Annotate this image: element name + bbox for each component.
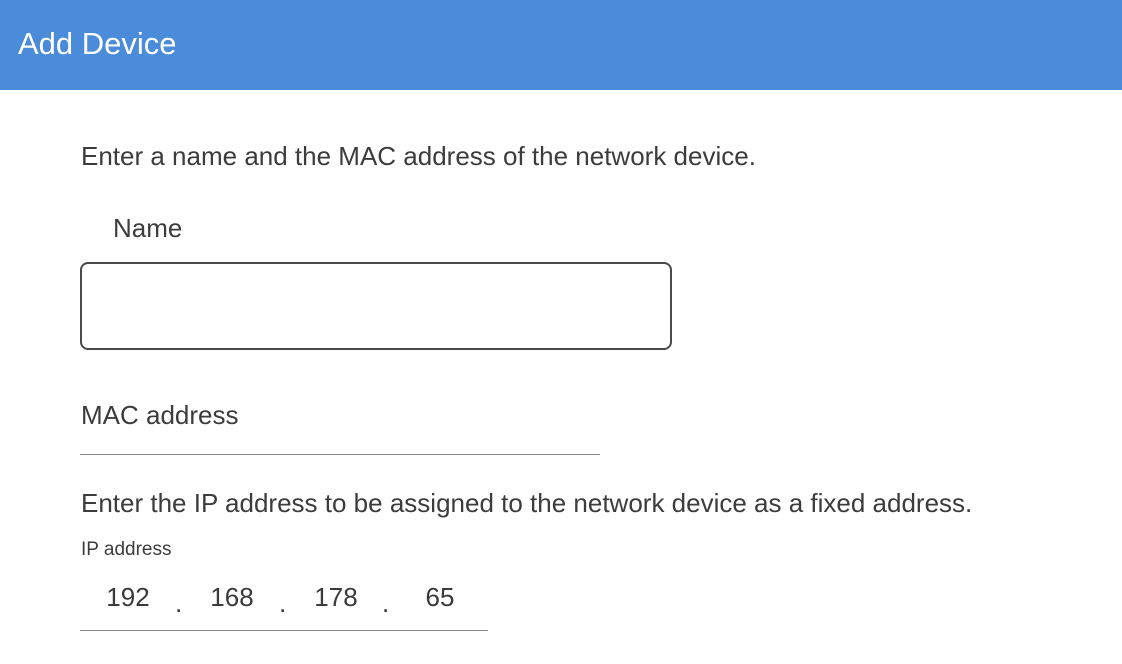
dialog-title: Add Device [18, 26, 177, 61]
intro-text: Enter a name and the MAC address of the … [81, 141, 756, 171]
name-input[interactable] [80, 262, 672, 350]
ip-address-field: . . . [80, 578, 488, 618]
ip-address-label: IP address [81, 539, 172, 560]
mac-address-field[interactable]: MAC address [81, 398, 239, 432]
ip-separator: . [175, 588, 183, 618]
dialog-header: Add Device [0, 0, 1122, 90]
ip-separator: . [279, 588, 287, 618]
ip-octet-1[interactable] [92, 578, 164, 616]
ip-octet-2[interactable] [196, 578, 268, 616]
ip-address-underline [80, 630, 488, 631]
ip-intro-text: Enter the IP address to be assigned to t… [81, 488, 973, 518]
name-label: Name [113, 213, 183, 243]
ip-octet-4[interactable] [404, 578, 476, 616]
ip-separator: . [382, 588, 390, 618]
mac-address-underline [80, 454, 600, 455]
ip-octet-3[interactable] [300, 578, 372, 616]
